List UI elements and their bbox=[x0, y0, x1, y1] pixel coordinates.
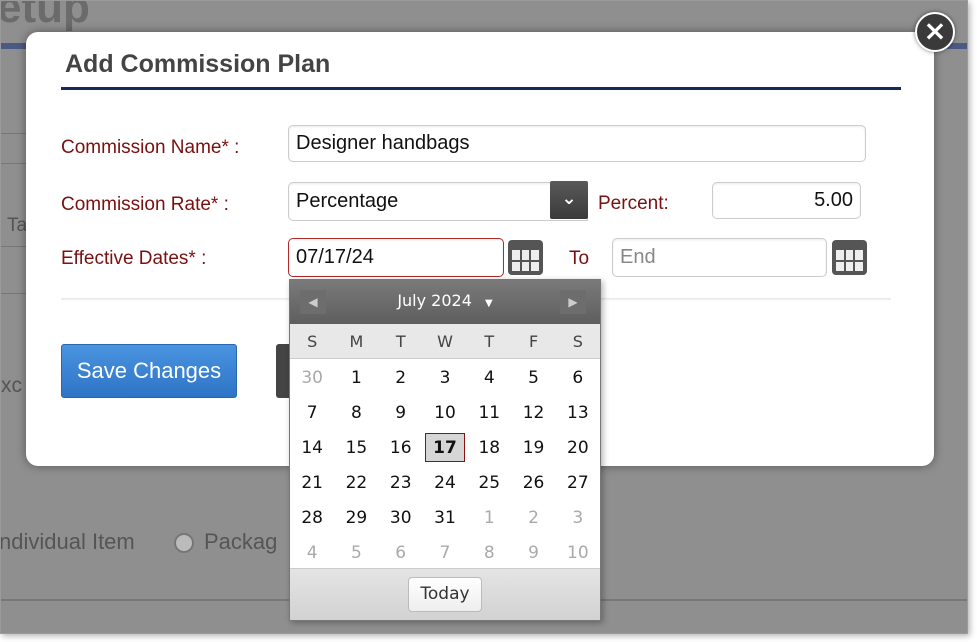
calendar-day[interactable]: 27 bbox=[556, 468, 600, 497]
calendar-day[interactable]: 30 bbox=[379, 503, 423, 532]
calendar-day[interactable]: 5 bbox=[511, 363, 555, 392]
weekday-label: S bbox=[572, 331, 583, 351]
calendar-day[interactable]: 21 bbox=[290, 468, 334, 497]
weekday-label: T bbox=[395, 331, 406, 351]
calendar-day[interactable]: 3 bbox=[423, 363, 467, 392]
date-picker: ◀ July 2024 ▼ ▶ SMTWTFS 30 1 2 3 4 5 6 7 8 9 10 11 1… bbox=[289, 279, 601, 621]
calendar-day[interactable]: 31 bbox=[423, 503, 467, 532]
save-changes-button[interactable]: Save Changes bbox=[61, 344, 237, 398]
calendar-day[interactable]: 10 bbox=[556, 538, 600, 567]
weekday-header: SMTWTFS bbox=[290, 324, 600, 359]
calendar-day[interactable]: 16 bbox=[379, 433, 423, 462]
start-date-input[interactable]: 07/17/24 bbox=[288, 238, 504, 277]
calendar-day[interactable]: 23 bbox=[379, 468, 423, 497]
calendar-day[interactable]: 2 bbox=[379, 363, 423, 392]
commission-name-label: Commission Name* : bbox=[61, 137, 240, 158]
end-date-input[interactable]: End bbox=[612, 238, 827, 277]
calendar-day[interactable]: 1 bbox=[467, 503, 511, 532]
calendar-day[interactable]: 19 bbox=[511, 433, 555, 462]
radio-individual-item-label[interactable]: ndividual Item bbox=[1, 529, 135, 555]
calendar-day[interactable]: 6 bbox=[379, 538, 423, 567]
month-year-dropdown[interactable]: July 2024 ▼ bbox=[290, 291, 600, 310]
weekday-label: T bbox=[484, 331, 495, 351]
calendar-footer: Today bbox=[290, 568, 600, 620]
calendar-day[interactable]: 2 bbox=[511, 503, 555, 532]
calendar-day[interactable]: 7 bbox=[423, 538, 467, 567]
weekday-label: M bbox=[349, 331, 364, 351]
background-page-title: etup bbox=[0, 0, 90, 32]
calendar-day[interactable]: 15 bbox=[334, 433, 378, 462]
percent-label: Percent: bbox=[598, 193, 669, 214]
next-month-icon[interactable]: ▶ bbox=[560, 290, 586, 314]
calendar-day[interactable]: 11 bbox=[467, 398, 511, 427]
calendar-day[interactable]: 5 bbox=[334, 538, 378, 567]
radio-package-label[interactable]: Packag bbox=[204, 529, 277, 555]
background-text-fragment: xc bbox=[1, 374, 22, 397]
percent-input[interactable]: 5.00 bbox=[712, 182, 861, 219]
calendar-day[interactable]: 13 bbox=[556, 398, 600, 427]
title-underline bbox=[61, 87, 901, 90]
calendar-day[interactable]: 4 bbox=[290, 538, 334, 567]
weekday-label: W bbox=[437, 331, 453, 351]
calendar-day[interactable]: 25 bbox=[467, 468, 511, 497]
weekday-label: F bbox=[528, 331, 539, 351]
calendar-day[interactable]: 18 bbox=[467, 433, 511, 462]
commission-name-input[interactable]: Designer handbags bbox=[288, 125, 866, 162]
calendar-day[interactable]: 9 bbox=[379, 398, 423, 427]
calendar-icon[interactable] bbox=[508, 240, 543, 275]
calendar-day-selected[interactable]: 17 bbox=[424, 433, 466, 462]
app-window: etup Ta xc ndividual Item Packag Add Com… bbox=[0, 0, 968, 634]
calendar-day[interactable]: 12 bbox=[511, 398, 555, 427]
caret-down-icon: ▼ bbox=[484, 298, 493, 309]
today-button[interactable]: Today bbox=[408, 577, 482, 612]
calendar-day[interactable]: 6 bbox=[556, 363, 600, 392]
commission-rate-select[interactable]: Percentage bbox=[288, 182, 588, 221]
close-icon[interactable]: × bbox=[915, 12, 955, 52]
calendar-day[interactable]: 3 bbox=[556, 503, 600, 532]
calendar-day[interactable]: 28 bbox=[290, 503, 334, 532]
calendar-days: 30 1 2 3 4 5 6 7 8 9 10 11 12 13 14 15 16 17 18 19 20 21 22 23 2… bbox=[290, 359, 600, 570]
calendar-day[interactable]: 9 bbox=[511, 538, 555, 567]
month-label: July 2024 bbox=[397, 291, 472, 310]
calendar-day[interactable]: 8 bbox=[467, 538, 511, 567]
chevron-down-icon[interactable]: ⌄ bbox=[550, 181, 588, 219]
calendar-header: ◀ July 2024 ▼ ▶ bbox=[290, 280, 600, 324]
calendar-day[interactable]: 26 bbox=[511, 468, 555, 497]
calendar-day[interactable]: 29 bbox=[334, 503, 378, 532]
commission-rate-label: Commission Rate* : bbox=[61, 194, 229, 215]
effective-dates-label: Effective Dates* : bbox=[61, 248, 207, 269]
calendar-day[interactable]: 22 bbox=[334, 468, 378, 497]
calendar-day[interactable]: 10 bbox=[423, 398, 467, 427]
to-label: To bbox=[569, 248, 590, 269]
calendar-day[interactable]: 1 bbox=[334, 363, 378, 392]
calendar-day[interactable]: 7 bbox=[290, 398, 334, 427]
dialog-title: Add Commission Plan bbox=[65, 50, 331, 78]
background-tab-fragment: Ta bbox=[7, 215, 28, 236]
calendar-day[interactable]: 24 bbox=[423, 468, 467, 497]
calendar-day[interactable]: 30 bbox=[290, 363, 334, 392]
calendar-day[interactable]: 20 bbox=[556, 433, 600, 462]
weekday-label: S bbox=[307, 331, 318, 351]
radio-package[interactable] bbox=[174, 533, 194, 553]
calendar-day[interactable]: 8 bbox=[334, 398, 378, 427]
calendar-day[interactable]: 14 bbox=[290, 433, 334, 462]
calendar-day[interactable]: 4 bbox=[467, 363, 511, 392]
calendar-icon[interactable] bbox=[832, 240, 867, 275]
